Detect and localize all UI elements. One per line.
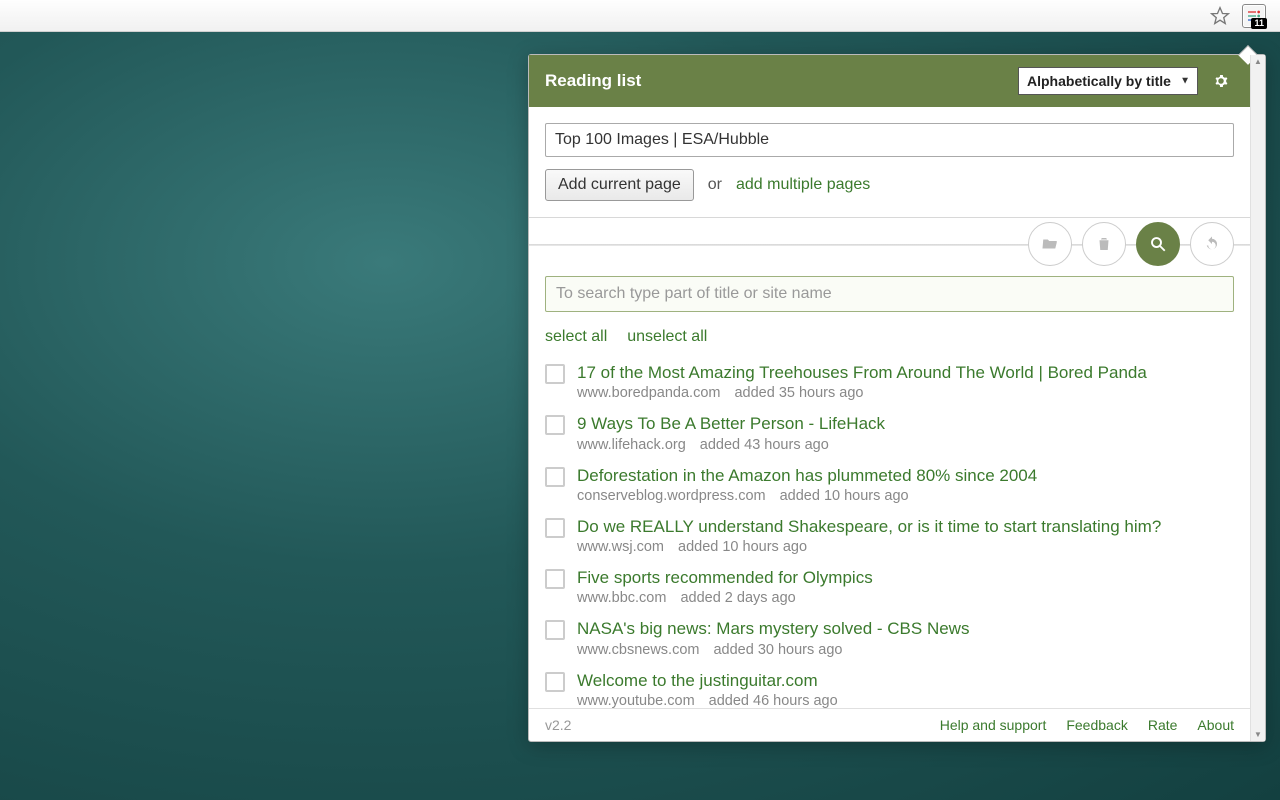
search-input[interactable]: [545, 276, 1234, 312]
item-title-link[interactable]: NASA's big news: Mars mystery solved - C…: [577, 618, 1234, 639]
page-title-input[interactable]: [545, 123, 1234, 157]
item-site: www.wsj.com: [577, 539, 664, 555]
feedback-link[interactable]: Feedback: [1066, 717, 1127, 733]
gear-icon: [1210, 70, 1232, 92]
reading-list-popup: Reading list Alphabetically by title Add…: [528, 54, 1266, 742]
item-title-link[interactable]: Five sports recommended for Olympics: [577, 567, 1234, 588]
actions-toolbar: [529, 218, 1250, 270]
item-title-link[interactable]: 17 of the Most Amazing Treehouses From A…: [577, 362, 1234, 383]
selection-links: select all unselect all: [529, 324, 1250, 356]
item-added: added 2 days ago: [680, 590, 795, 606]
item-site: www.boredpanda.com: [577, 385, 720, 401]
rate-link[interactable]: Rate: [1148, 717, 1178, 733]
bookmark-star-icon[interactable]: [1208, 4, 1232, 28]
item-checkbox[interactable]: [545, 467, 565, 487]
list-item: Do we REALLY understand Shakespeare, or …: [545, 510, 1234, 561]
search-button[interactable]: [1136, 222, 1180, 266]
item-added: added 35 hours ago: [734, 385, 863, 401]
list-item: 9 Ways To Be A Better Person - LifeHack …: [545, 407, 1234, 458]
item-added: added 30 hours ago: [713, 642, 842, 658]
unselect-all-link[interactable]: unselect all: [627, 328, 707, 346]
item-site: www.youtube.com: [577, 693, 695, 708]
item-checkbox[interactable]: [545, 569, 565, 589]
item-added: added 10 hours ago: [678, 539, 807, 555]
about-link[interactable]: About: [1197, 717, 1234, 733]
scrollbar[interactable]: [1250, 55, 1265, 741]
extension-badge: 11: [1251, 18, 1267, 29]
list-item: Five sports recommended for Olympics www…: [545, 561, 1234, 612]
add-current-page-button[interactable]: Add current page: [545, 169, 694, 201]
item-added: added 43 hours ago: [700, 437, 829, 453]
item-title-link[interactable]: 9 Ways To Be A Better Person - LifeHack: [577, 413, 1234, 434]
item-checkbox[interactable]: [545, 620, 565, 640]
add-multiple-link[interactable]: add multiple pages: [736, 176, 870, 194]
folder-open-icon: [1041, 235, 1059, 253]
reading-list: 17 of the Most Amazing Treehouses From A…: [529, 356, 1250, 708]
item-checkbox[interactable]: [545, 672, 565, 692]
item-checkbox[interactable]: [545, 518, 565, 538]
undo-icon: [1203, 235, 1221, 253]
list-item: NASA's big news: Mars mystery solved - C…: [545, 612, 1234, 663]
browser-toolbar: 11: [0, 0, 1280, 32]
popup-title: Reading list: [545, 71, 1018, 91]
item-site: www.lifehack.org: [577, 437, 686, 453]
list-item: Deforestation in the Amazon has plummete…: [545, 459, 1234, 510]
trash-icon: [1095, 235, 1113, 253]
or-label: or: [708, 176, 722, 194]
item-added: added 46 hours ago: [709, 693, 838, 708]
delete-button[interactable]: [1082, 222, 1126, 266]
undo-button[interactable]: [1190, 222, 1234, 266]
list-item: 17 of the Most Amazing Treehouses From A…: [545, 356, 1234, 407]
item-title-link[interactable]: Welcome to the justinguitar.com: [577, 670, 1234, 691]
item-site: www.bbc.com: [577, 590, 666, 606]
add-section: Add current page or add multiple pages: [529, 107, 1250, 218]
sort-select[interactable]: Alphabetically by title: [1018, 67, 1198, 95]
version-label: v2.2: [545, 717, 920, 733]
list-item: Welcome to the justinguitar.com www.yout…: [545, 664, 1234, 709]
item-title-link[interactable]: Do we REALLY understand Shakespeare, or …: [577, 516, 1234, 537]
item-site: www.cbsnews.com: [577, 642, 699, 658]
settings-button[interactable]: [1208, 68, 1234, 94]
search-icon: [1149, 235, 1167, 253]
open-folder-button[interactable]: [1028, 222, 1072, 266]
select-all-link[interactable]: select all: [545, 328, 607, 346]
popup-header: Reading list Alphabetically by title: [529, 55, 1250, 107]
item-site: conserveblog.wordpress.com: [577, 488, 766, 504]
item-checkbox[interactable]: [545, 364, 565, 384]
search-section: [529, 270, 1250, 324]
help-link[interactable]: Help and support: [940, 717, 1047, 733]
item-checkbox[interactable]: [545, 415, 565, 435]
popup-footer: v2.2 Help and support Feedback Rate Abou…: [529, 708, 1250, 741]
item-title-link[interactable]: Deforestation in the Amazon has plummete…: [577, 465, 1234, 486]
extension-icon[interactable]: 11: [1242, 4, 1266, 28]
item-added: added 10 hours ago: [780, 488, 909, 504]
